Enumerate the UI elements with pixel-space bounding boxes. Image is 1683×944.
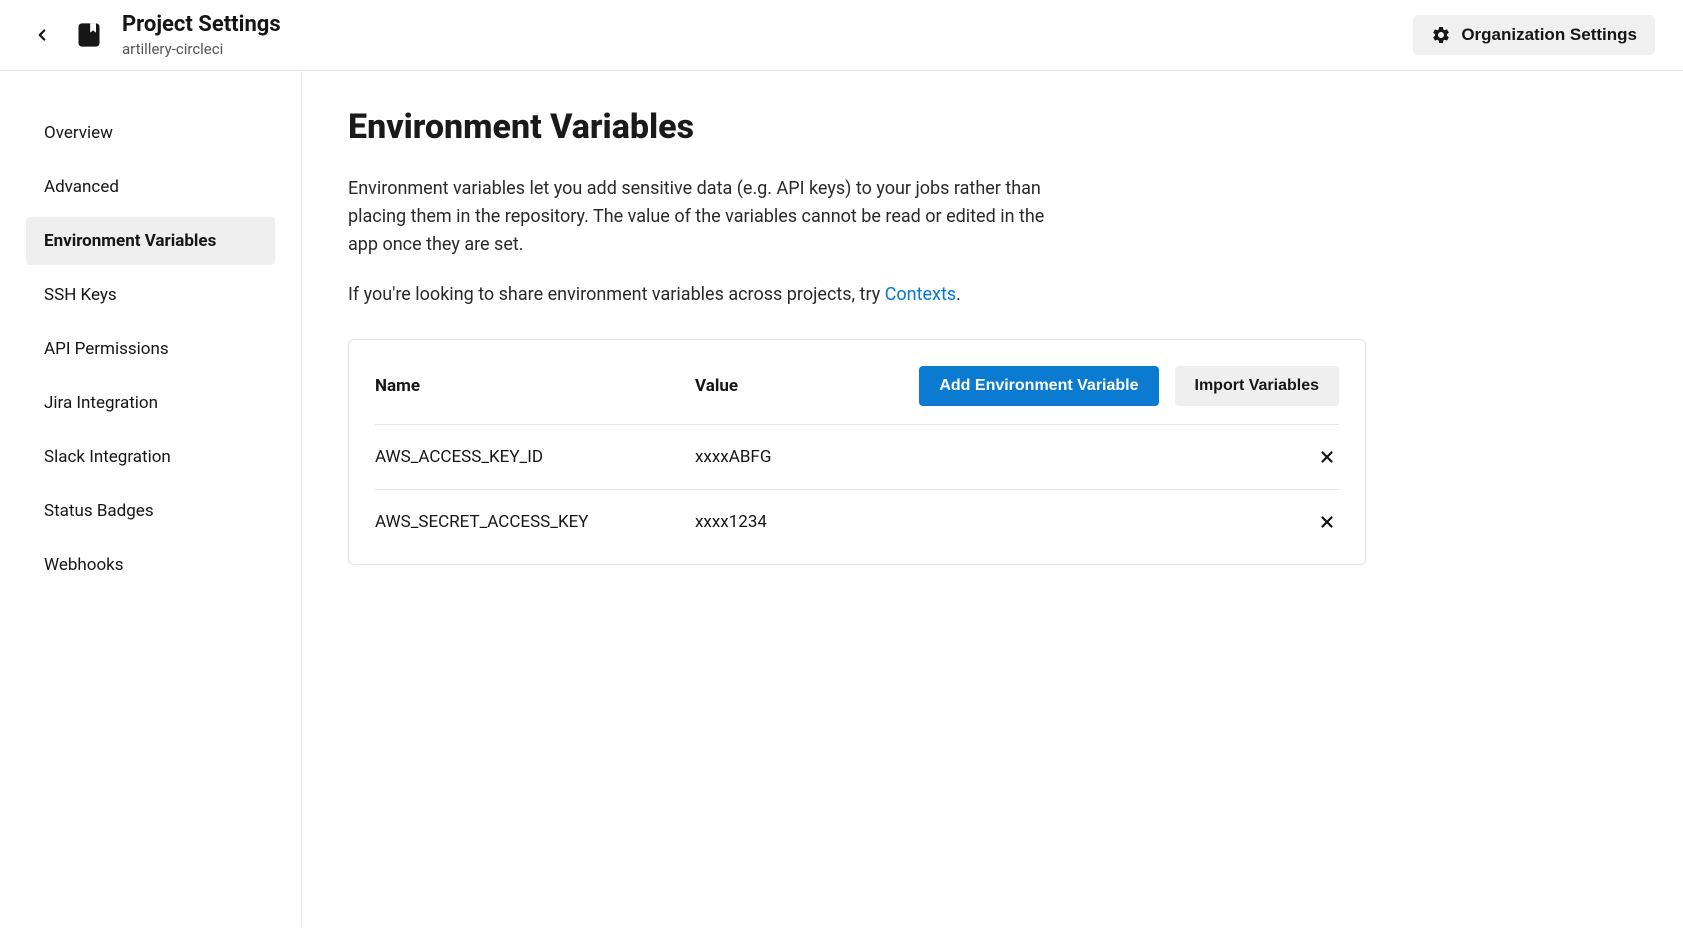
table-row: AWS_SECRET_ACCESS_KEYxxxx1234 — [375, 490, 1339, 554]
organization-settings-button[interactable]: Organization Settings — [1413, 15, 1655, 55]
organization-settings-label: Organization Settings — [1461, 25, 1637, 45]
card-header: Name Value Add Environment Variable Impo… — [375, 366, 1339, 425]
sidebar-item-jira-integration[interactable]: Jira Integration — [26, 379, 275, 427]
sidebar-item-slack-integration[interactable]: Slack Integration — [26, 433, 275, 481]
project-icon — [74, 20, 104, 50]
sidebar-item-advanced[interactable]: Advanced — [26, 163, 275, 211]
variable-rows: AWS_ACCESS_KEY_IDxxxxABFGAWS_SECRET_ACCE… — [375, 425, 1339, 554]
description-1: Environment variables let you add sensit… — [348, 175, 1048, 259]
column-header-value: Value — [695, 376, 738, 396]
sidebar-item-overview[interactable]: Overview — [26, 109, 275, 157]
back-button[interactable] — [28, 21, 56, 49]
title-block: Project Settings artillery-circleci — [122, 12, 281, 58]
main-heading: Environment Variables — [348, 107, 1366, 147]
page-title: Project Settings — [122, 12, 281, 38]
delete-variable-button[interactable] — [1315, 445, 1339, 469]
project-name: artillery-circleci — [122, 40, 281, 58]
variables-card: Name Value Add Environment Variable Impo… — [348, 339, 1366, 565]
sidebar-item-api-permissions[interactable]: API Permissions — [26, 325, 275, 373]
card-actions: Add Environment Variable Import Variable… — [919, 366, 1339, 406]
sidebar-item-ssh-keys[interactable]: SSH Keys — [26, 271, 275, 319]
sidebar-item-environment-variables[interactable]: Environment Variables — [26, 217, 275, 265]
column-header-name: Name — [375, 376, 695, 396]
close-icon — [1318, 513, 1336, 531]
import-variables-button[interactable]: Import Variables — [1175, 366, 1340, 406]
gear-icon — [1431, 25, 1451, 45]
add-environment-variable-button[interactable]: Add Environment Variable — [919, 366, 1158, 406]
table-row: AWS_ACCESS_KEY_IDxxxxABFG — [375, 425, 1339, 490]
close-icon — [1318, 448, 1336, 466]
variable-name: AWS_SECRET_ACCESS_KEY — [375, 512, 695, 532]
header-left: Project Settings artillery-circleci — [28, 12, 281, 58]
variable-name: AWS_ACCESS_KEY_ID — [375, 447, 695, 467]
sidebar-item-webhooks[interactable]: Webhooks — [26, 541, 275, 589]
variable-value: xxxx1234 — [695, 512, 1315, 532]
description-2: If you're looking to share environment v… — [348, 281, 1048, 309]
description-2-suffix: . — [956, 284, 961, 305]
main-content: Environment Variables Environment variab… — [302, 71, 1412, 927]
chevron-left-icon — [33, 26, 51, 44]
sidebar: Overview Advanced Environment Variables SSH… — [0, 71, 302, 927]
column-headers: Name Value — [375, 376, 919, 396]
description-2-prefix: If you're looking to share environment v… — [348, 284, 885, 305]
header: Project Settings artillery-circleci Orga… — [0, 0, 1683, 71]
variable-value: xxxxABFG — [695, 447, 1315, 467]
contexts-link[interactable]: Contexts — [885, 284, 956, 305]
sidebar-item-status-badges[interactable]: Status Badges — [26, 487, 275, 535]
layout: Overview Advanced Environment Variables SSH… — [0, 71, 1683, 927]
bookmark-icon — [75, 21, 103, 49]
delete-variable-button[interactable] — [1315, 510, 1339, 534]
